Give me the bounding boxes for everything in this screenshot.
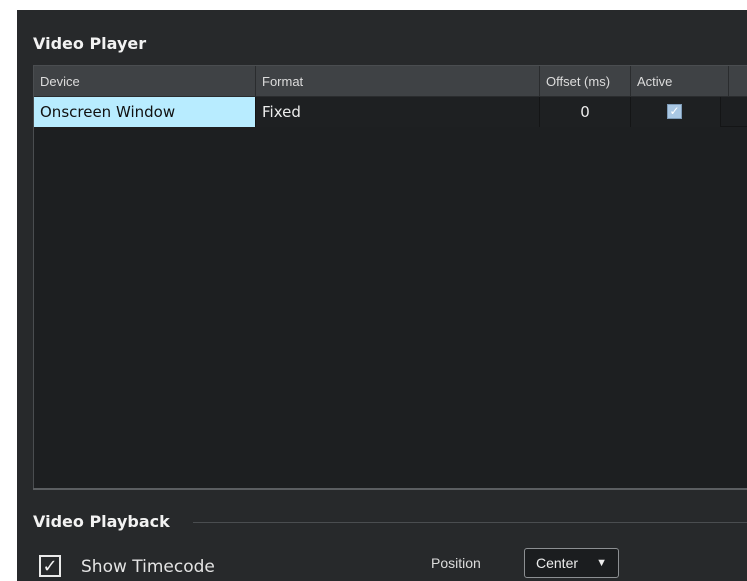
video-playback-title: Video Playback	[33, 512, 170, 531]
table-bottom-border	[33, 488, 747, 490]
position-dropdown[interactable]: Center ▼	[524, 548, 619, 578]
table-header: Device Format Offset (ms) Active	[34, 66, 747, 97]
video-settings-panel: Video Player Device Format Offset (ms) A…	[17, 10, 747, 581]
format-cell[interactable]: Fixed	[256, 97, 540, 127]
chevron-down-icon: ▼	[596, 557, 607, 569]
offset-cell[interactable]: 0	[540, 97, 631, 127]
position-value: Center	[536, 555, 579, 571]
video-player-title: Video Player	[33, 34, 147, 53]
active-cell[interactable]: ✓	[631, 97, 721, 127]
video-device-table: Device Format Offset (ms) Active Onscree…	[33, 65, 747, 490]
column-header-device[interactable]: Device	[34, 66, 256, 97]
column-header-format[interactable]: Format	[256, 66, 540, 97]
device-cell[interactable]: Onscreen Window	[34, 97, 256, 127]
table-row[interactable]: Onscreen Window Fixed 0 ✓	[34, 97, 747, 127]
section-divider	[193, 522, 747, 523]
column-header-active[interactable]: Active	[631, 66, 729, 97]
active-checkbox[interactable]: ✓	[667, 104, 682, 119]
column-header-offset[interactable]: Offset (ms)	[540, 66, 631, 97]
header-spacer	[729, 66, 747, 97]
show-timecode-checkbox[interactable]: ✓	[39, 555, 61, 577]
position-label: Position	[431, 555, 481, 571]
show-timecode-label[interactable]: Show Timecode	[81, 557, 215, 577]
